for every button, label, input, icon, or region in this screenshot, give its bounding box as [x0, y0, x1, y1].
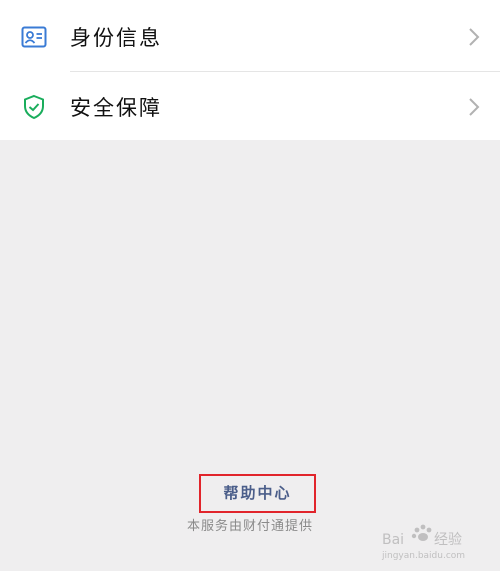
chevron-right-icon: [468, 27, 480, 47]
menu-item-label: 安全保障: [70, 96, 162, 120]
svg-text:jingyan.baidu.com: jingyan.baidu.com: [381, 551, 465, 561]
help-center-link[interactable]: 帮助中心: [199, 474, 316, 513]
svg-text:Bai: Bai: [382, 532, 404, 548]
menu-item-label: 身份信息: [70, 26, 162, 50]
chevron-right-icon: [468, 97, 480, 117]
shield-check-icon: [21, 94, 47, 120]
baidu-watermark: Bai 经验 jingyan.baidu.com: [380, 522, 480, 562]
id-card-icon: [21, 24, 47, 50]
menu-item-identity-info[interactable]: 身份信息: [0, 2, 500, 72]
settings-list: 身份信息 安全保障: [0, 0, 500, 140]
menu-item-security[interactable]: 安全保障: [0, 72, 500, 142]
svg-text:经验: 经验: [434, 532, 462, 548]
